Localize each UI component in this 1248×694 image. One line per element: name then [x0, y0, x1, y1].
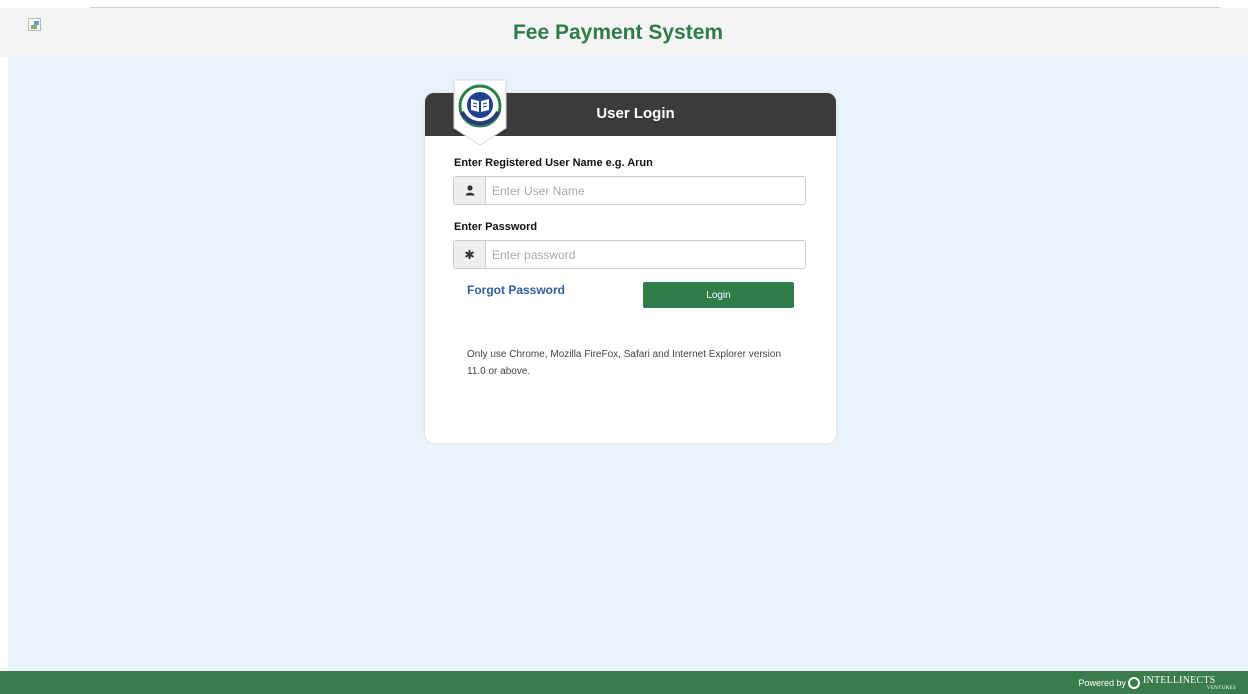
header: Fee Payment System — [0, 8, 1248, 57]
username-label: Enter Registered User Name e.g. Arun — [454, 157, 653, 169]
asterisk-icon — [454, 241, 486, 268]
footer: Powered by INTELLINECTS VENTURES — [0, 671, 1248, 694]
school-logo-icon — [453, 79, 507, 146]
username-group — [453, 176, 806, 205]
site-title: Fee Payment System — [512, 21, 724, 44]
password-label: Enter Password — [454, 221, 538, 233]
username-input[interactable] — [486, 177, 805, 204]
page: Fee Payment System User Login Enter Regi… — [0, 0, 1248, 694]
brand-ring-icon — [1128, 677, 1140, 689]
intellinects-logo: INTELLINECTS VENTURES — [1128, 675, 1236, 692]
password-input[interactable] — [486, 241, 805, 268]
login-button[interactable]: Login — [643, 282, 794, 308]
forgot-password-link[interactable]: Forgot Password — [467, 283, 565, 297]
brand-sub: VENTURES — [1206, 686, 1236, 691]
brand-name: INTELLINECTS — [1143, 675, 1216, 686]
browser-note: Only use Chrome, Mozilla FireFox, Safari… — [467, 349, 782, 377]
powered-by-label: Powered by — [1078, 678, 1126, 688]
user-icon — [454, 177, 486, 204]
password-group — [453, 240, 806, 269]
